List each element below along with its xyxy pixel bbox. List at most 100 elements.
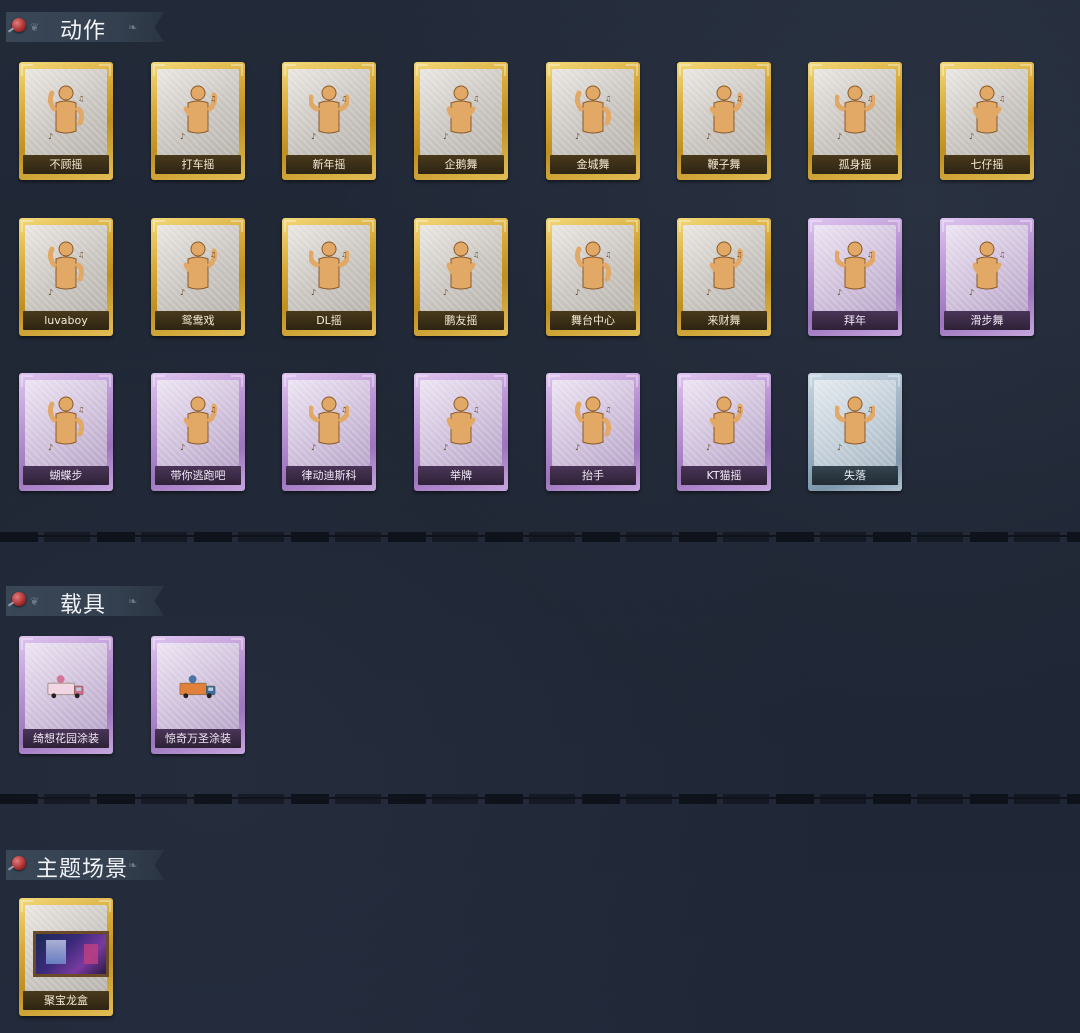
ornament-icon: ❧ bbox=[128, 859, 138, 872]
ornament-icon: ❦ bbox=[30, 21, 40, 34]
svg-text:♪: ♪ bbox=[837, 288, 842, 297]
emote-card[interactable]: ♪ ♫ 金城舞 bbox=[546, 62, 640, 180]
svg-text:♪: ♪ bbox=[48, 288, 53, 297]
dancer-silhouette-icon: ♪ ♫ bbox=[814, 380, 896, 466]
dancer-silhouette-icon: ♪ ♫ bbox=[946, 69, 1028, 155]
svg-text:♫: ♫ bbox=[78, 251, 84, 259]
dancer-silhouette-icon: ♪ ♫ bbox=[552, 380, 634, 466]
card-label: 鹏友摇 bbox=[418, 311, 504, 330]
emote-card[interactable]: ♪ ♫ KT猫摇 bbox=[677, 373, 771, 491]
emote-card[interactable]: ♪ ♫ 新年摇 bbox=[282, 62, 376, 180]
dancer-silhouette-icon: ♪ ♫ bbox=[683, 225, 765, 311]
card-label: 带你逃跑吧 bbox=[155, 466, 241, 485]
emote-card[interactable]: ♪ ♫ 孤身摇 bbox=[808, 62, 902, 180]
emote-card[interactable]: ♪ ♫ 拜年 bbox=[808, 218, 902, 336]
card-label: 不顾摇 bbox=[23, 155, 109, 174]
pin-icon bbox=[12, 18, 26, 32]
dancer-silhouette-icon: ♪ ♫ bbox=[420, 225, 502, 311]
dancer-silhouette-icon: ♪ ♫ bbox=[552, 69, 634, 155]
emote-card[interactable]: ♪ ♫ 举牌 bbox=[414, 373, 508, 491]
section-header-actions: ❦ 动作 ❧ bbox=[6, 12, 164, 42]
svg-text:♪: ♪ bbox=[575, 443, 580, 452]
card-label: 聚宝龙盒 bbox=[23, 991, 109, 1010]
card-label: 律动迪斯科 bbox=[286, 466, 372, 485]
emote-card[interactable]: ♪ ♫ 抬手 bbox=[546, 373, 640, 491]
card-label: 金城舞 bbox=[550, 155, 636, 174]
emote-card[interactable]: ♪ ♫ 打车摇 bbox=[151, 62, 245, 180]
dancer-silhouette-icon: ♪ ♫ bbox=[946, 225, 1028, 311]
dancer-silhouette-icon: ♪ ♫ bbox=[814, 69, 896, 155]
svg-text:♪: ♪ bbox=[837, 443, 842, 452]
section-title: 主题场景 bbox=[36, 857, 129, 882]
truck-icon bbox=[25, 643, 107, 729]
svg-text:♫: ♫ bbox=[605, 95, 611, 103]
svg-text:♫: ♫ bbox=[605, 406, 611, 414]
svg-text:♫: ♫ bbox=[210, 251, 216, 259]
dancer-silhouette-icon: ♪ ♫ bbox=[420, 380, 502, 466]
svg-text:♫: ♫ bbox=[867, 251, 873, 259]
emote-card[interactable]: ♪ ♫ 鞭子舞 bbox=[677, 62, 771, 180]
svg-text:♪: ♪ bbox=[837, 132, 842, 141]
card-label: DL摇 bbox=[286, 311, 372, 330]
card-label: 打车摇 bbox=[155, 155, 241, 174]
emote-card[interactable]: ♪ ♫ 舞台中心 bbox=[546, 218, 640, 336]
card-label: 舞台中心 bbox=[550, 311, 636, 330]
scene-card[interactable]: 聚宝龙盒 bbox=[19, 898, 113, 1016]
vehicle-skin-card[interactable]: 惊奇万圣涂装 bbox=[151, 636, 245, 754]
ornament-icon: ❦ bbox=[30, 595, 40, 608]
svg-text:♫: ♫ bbox=[78, 95, 84, 103]
card-label: 蝴蝶步 bbox=[23, 466, 109, 485]
svg-text:♪: ♪ bbox=[180, 132, 185, 141]
dancer-silhouette-icon: ♪ ♫ bbox=[157, 380, 239, 466]
section-divider bbox=[0, 532, 1080, 542]
dancer-silhouette-icon: ♪ ♫ bbox=[288, 380, 370, 466]
card-label: 七仔摇 bbox=[944, 155, 1030, 174]
emote-card[interactable]: ♪ ♫ 来财舞 bbox=[677, 218, 771, 336]
emote-card[interactable]: ♪ ♫ 带你逃跑吧 bbox=[151, 373, 245, 491]
emote-card[interactable]: ♪ ♫ DL摇 bbox=[282, 218, 376, 336]
section-divider bbox=[0, 794, 1080, 804]
svg-text:♪: ♪ bbox=[443, 288, 448, 297]
svg-text:♫: ♫ bbox=[999, 251, 1005, 259]
vehicle-skin-card[interactable]: 绮想花园涂装 bbox=[19, 636, 113, 754]
card-label: 孤身摇 bbox=[812, 155, 898, 174]
svg-text:♪: ♪ bbox=[706, 132, 711, 141]
ornament-icon: ❧ bbox=[128, 595, 138, 608]
dancer-silhouette-icon: ♪ ♫ bbox=[157, 69, 239, 155]
emote-card[interactable]: ♪ ♫ luvaboy bbox=[19, 218, 113, 336]
ornament-icon: ❧ bbox=[128, 21, 138, 34]
section-title: 动作 bbox=[60, 19, 107, 44]
svg-text:♫: ♫ bbox=[999, 95, 1005, 103]
emote-card[interactable]: ♪ ♫ 企鹅舞 bbox=[414, 62, 508, 180]
svg-text:♪: ♪ bbox=[575, 132, 580, 141]
card-label: 滑步舞 bbox=[944, 311, 1030, 330]
svg-text:♪: ♪ bbox=[48, 132, 53, 141]
section-header-scenes: 主题场景 ❧ bbox=[6, 850, 164, 880]
dancer-silhouette-icon: ♪ ♫ bbox=[814, 225, 896, 311]
pin-icon bbox=[12, 592, 26, 606]
card-label: 绮想花园涂装 bbox=[23, 729, 109, 748]
emote-card[interactable]: ♪ ♫ 蝴蝶步 bbox=[19, 373, 113, 491]
dancer-silhouette-icon: ♪ ♫ bbox=[683, 380, 765, 466]
svg-text:♪: ♪ bbox=[311, 288, 316, 297]
emote-card[interactable]: ♪ ♫ 滑步舞 bbox=[940, 218, 1034, 336]
svg-text:♫: ♫ bbox=[210, 95, 216, 103]
emote-card[interactable]: ♪ ♫ 失落 bbox=[808, 373, 902, 491]
svg-text:♫: ♫ bbox=[473, 251, 479, 259]
emote-card[interactable]: ♪ ♫ 鸳鸯戏 bbox=[151, 218, 245, 336]
svg-text:♪: ♪ bbox=[706, 443, 711, 452]
emote-card[interactable]: ♪ ♫ 律动迪斯科 bbox=[282, 373, 376, 491]
card-label: 企鹅舞 bbox=[418, 155, 504, 174]
dancer-silhouette-icon: ♪ ♫ bbox=[25, 225, 107, 311]
svg-text:♫: ♫ bbox=[210, 406, 216, 414]
card-label: 拜年 bbox=[812, 311, 898, 330]
emote-card[interactable]: ♪ ♫ 鹏友摇 bbox=[414, 218, 508, 336]
svg-text:♫: ♫ bbox=[341, 406, 347, 414]
svg-text:♫: ♫ bbox=[341, 95, 347, 103]
section-title: 载具 bbox=[60, 593, 107, 618]
dancer-silhouette-icon: ♪ ♫ bbox=[157, 225, 239, 311]
emote-card[interactable]: ♪ ♫ 不顾摇 bbox=[19, 62, 113, 180]
svg-text:♫: ♫ bbox=[867, 95, 873, 103]
dancer-silhouette-icon: ♪ ♫ bbox=[288, 69, 370, 155]
emote-card[interactable]: ♪ ♫ 七仔摇 bbox=[940, 62, 1034, 180]
